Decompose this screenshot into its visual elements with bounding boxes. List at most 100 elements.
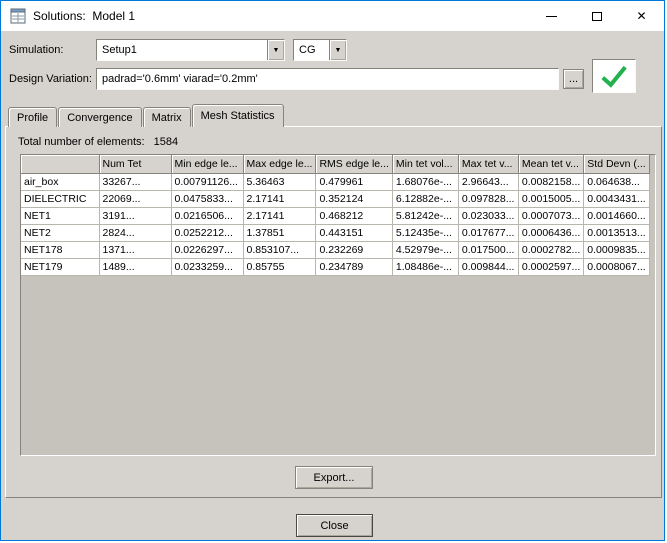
total-elements-label: Total number of elements: [18,136,145,148]
minimize-button[interactable] [529,1,574,31]
browse-button[interactable]: ... [563,69,584,89]
table-row: DIELECTRIC 22069... 0.0475833... 2.17141 0.3… [21,190,650,208]
tab-profile[interactable]: Profile [8,107,58,127]
table-row: NET178 1371... 0.0226297... 0.853107... 0.23… [21,241,650,259]
export-button[interactable]: Export... [295,466,373,489]
grid-cell[interactable]: 2.17141 [243,190,317,208]
check-icon [601,65,627,88]
grid-cell[interactable]: 0.853107... [243,241,317,259]
grid-cell[interactable]: 0.352124 [315,190,393,208]
grid-column-header[interactable]: Mean tet v... [518,155,585,174]
grid-cell[interactable]: 0.00791126... [171,173,244,191]
grid-column-header[interactable]: Max edge le... [243,155,317,174]
grid-cell[interactable]: 0.064638... [583,173,650,191]
grid-cell[interactable]: 3191... [99,207,172,225]
table-row: NET2 2824... 0.0252212... 1.37851 0.443151 5.… [21,224,650,242]
row-header[interactable]: NET178 [21,241,100,259]
grid-cell[interactable]: 0.0006436... [518,224,585,242]
tab-mesh-statistics[interactable]: Mesh Statistics [191,104,284,127]
total-elements-value: 1584 [153,136,179,148]
titlebar[interactable]: Solutions: Model 1 ✕ [1,1,664,31]
grid-cell[interactable]: 0.0252212... [171,224,244,242]
grid-cell[interactable]: 0.0043431... [583,190,650,208]
grid-column-header[interactable]: Max tet v... [458,155,519,174]
grid-cell[interactable]: 0.0009835... [583,241,650,259]
grid-cell[interactable]: 2.96643... [458,173,519,191]
design-variation-input[interactable] [96,68,559,90]
valid-check-button[interactable] [592,59,636,93]
simulation-label: Simulation: [9,44,64,56]
grid-cell[interactable]: 0.443151 [315,224,393,242]
grid-cell[interactable]: 4.52979e-... [392,241,459,259]
grid-cell[interactable]: 2824... [99,224,172,242]
row-header[interactable]: NET179 [21,258,100,276]
grid-cell[interactable]: 5.12435e-... [392,224,459,242]
grid-column-header[interactable]: Num Tet [99,155,172,174]
tab-convergence[interactable]: Convergence [58,107,142,127]
grid-cell[interactable]: 0.009844... [458,258,519,276]
grid-cell[interactable]: 0.0015005... [518,190,585,208]
close-dialog-button[interactable]: Close [296,514,373,537]
chevron-down-icon[interactable]: ▼ [329,40,346,60]
matrix-type-value: CG [294,40,329,60]
grid-cell[interactable]: 33267... [99,173,172,191]
total-elements: Total number of elements: 1584 [18,136,178,148]
grid-cell[interactable]: 0.232269 [315,241,393,259]
grid-cell[interactable]: 0.0082158... [518,173,585,191]
row-header[interactable]: NET2 [21,224,100,242]
row-header[interactable]: air_box [21,173,100,191]
minimize-icon [546,15,557,17]
grid-corner-header[interactable] [21,155,100,174]
grid-cell[interactable]: 5.36463 [243,173,317,191]
grid-cell[interactable]: 0.0007073... [518,207,585,225]
grid-cell[interactable]: 0.097828... [458,190,519,208]
grid-cell[interactable]: 0.0008067... [583,258,650,276]
grid-cell[interactable]: 1.37851 [243,224,317,242]
tab-matrix[interactable]: Matrix [142,107,191,127]
table-row: air_box 33267... 0.00791126... 5.36463 0.479… [21,173,650,191]
maximize-button[interactable] [574,1,619,31]
simulation-dropdown[interactable]: Setup1 ▼ [96,39,285,61]
grid-cell[interactable]: 0.0226297... [171,241,244,259]
grid-cell[interactable]: 1371... [99,241,172,259]
grid-cell[interactable]: 0.479961 [315,173,393,191]
matrix-type-dropdown[interactable]: CG ▼ [293,39,347,61]
grid-cell[interactable]: 1.08486e-... [392,258,459,276]
grid-cell[interactable]: 0.0233259... [171,258,244,276]
grid-column-header[interactable]: Std Devn (... [583,155,650,174]
design-variation-label: Design Variation: [9,73,92,85]
grid-cell[interactable]: 0.017500... [458,241,519,259]
maximize-icon [591,11,602,21]
grid-cell[interactable]: 0.023033... [458,207,519,225]
row-header[interactable]: NET1 [21,207,100,225]
grid-cell[interactable]: 0.234789 [315,258,393,276]
window-title: Solutions: Model 1 [33,9,136,23]
grid-cell[interactable]: 1489... [99,258,172,276]
grid-cell[interactable]: 0.0475833... [171,190,244,208]
grid-cell[interactable]: 0.017677... [458,224,519,242]
grid-cell[interactable]: 0.0216506... [171,207,244,225]
grid-cell[interactable]: 0.0002597... [518,258,585,276]
grid-cell[interactable]: 2.17141 [243,207,317,225]
grid-cell[interactable]: 0.0014660... [583,207,650,225]
app-icon [10,8,26,24]
grid-column-header[interactable]: Min tet vol... [392,155,459,174]
simulation-value: Setup1 [97,40,267,60]
close-button[interactable]: ✕ [619,1,664,31]
chevron-down-icon[interactable]: ▼ [267,40,284,60]
mesh-grid-table: Num Tet Min edge le... Max edge le... RMS e… [21,155,650,276]
grid-cell[interactable]: 0.0002782... [518,241,585,259]
grid-cell[interactable]: 0.0013513... [583,224,650,242]
grid-cell[interactable]: 22069... [99,190,172,208]
grid-cell[interactable]: 1.68076e-... [392,173,459,191]
grid-cell[interactable]: 0.468212 [315,207,393,225]
row-header[interactable]: DIELECTRIC [21,190,100,208]
grid-column-header[interactable]: Min edge le... [171,155,244,174]
solutions-window: Solutions: Model 1 ✕ Simulation: Setup1 … [0,0,665,541]
mesh-statistics-panel: Total number of elements: 1584 Num Tet Mi… [5,126,662,498]
grid-cell[interactable]: 5.81242e-... [392,207,459,225]
table-row: NET1 3191... 0.0216506... 2.17141 0.468212 5.… [21,207,650,225]
grid-cell[interactable]: 0.85755 [243,258,317,276]
grid-cell[interactable]: 6.12882e-... [392,190,459,208]
grid-column-header[interactable]: RMS edge le... [315,155,393,174]
